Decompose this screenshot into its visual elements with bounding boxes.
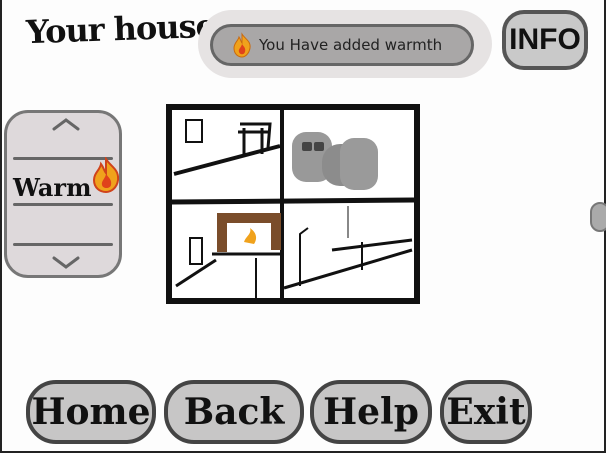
house-rooms-sketch [171, 110, 415, 298]
mode-selector[interactable]: Warm [4, 110, 122, 278]
fire-icon [92, 157, 120, 193]
mode-option-warm[interactable]: Warm [13, 173, 91, 202]
warmth-notification: You Have added warmth [198, 10, 492, 78]
help-button[interactable]: Help [310, 380, 432, 444]
back-button[interactable]: Back [164, 380, 304, 444]
notification-pill: You Have added warmth [210, 24, 474, 66]
fire-icon [233, 32, 251, 58]
selector-divider-bottom [13, 243, 113, 246]
chevron-up-icon[interactable] [51, 117, 81, 131]
page-title: Your house [25, 6, 216, 52]
notification-text: You Have added warmth [259, 36, 443, 54]
exit-button[interactable]: Exit [440, 380, 532, 444]
home-button[interactable]: Home [26, 380, 156, 444]
side-scroll-handle[interactable] [590, 202, 606, 232]
selector-divider-mid [13, 203, 113, 206]
chevron-down-icon[interactable] [51, 255, 81, 269]
info-button[interactable]: INFO [502, 10, 588, 70]
house-floorplan [166, 104, 420, 304]
